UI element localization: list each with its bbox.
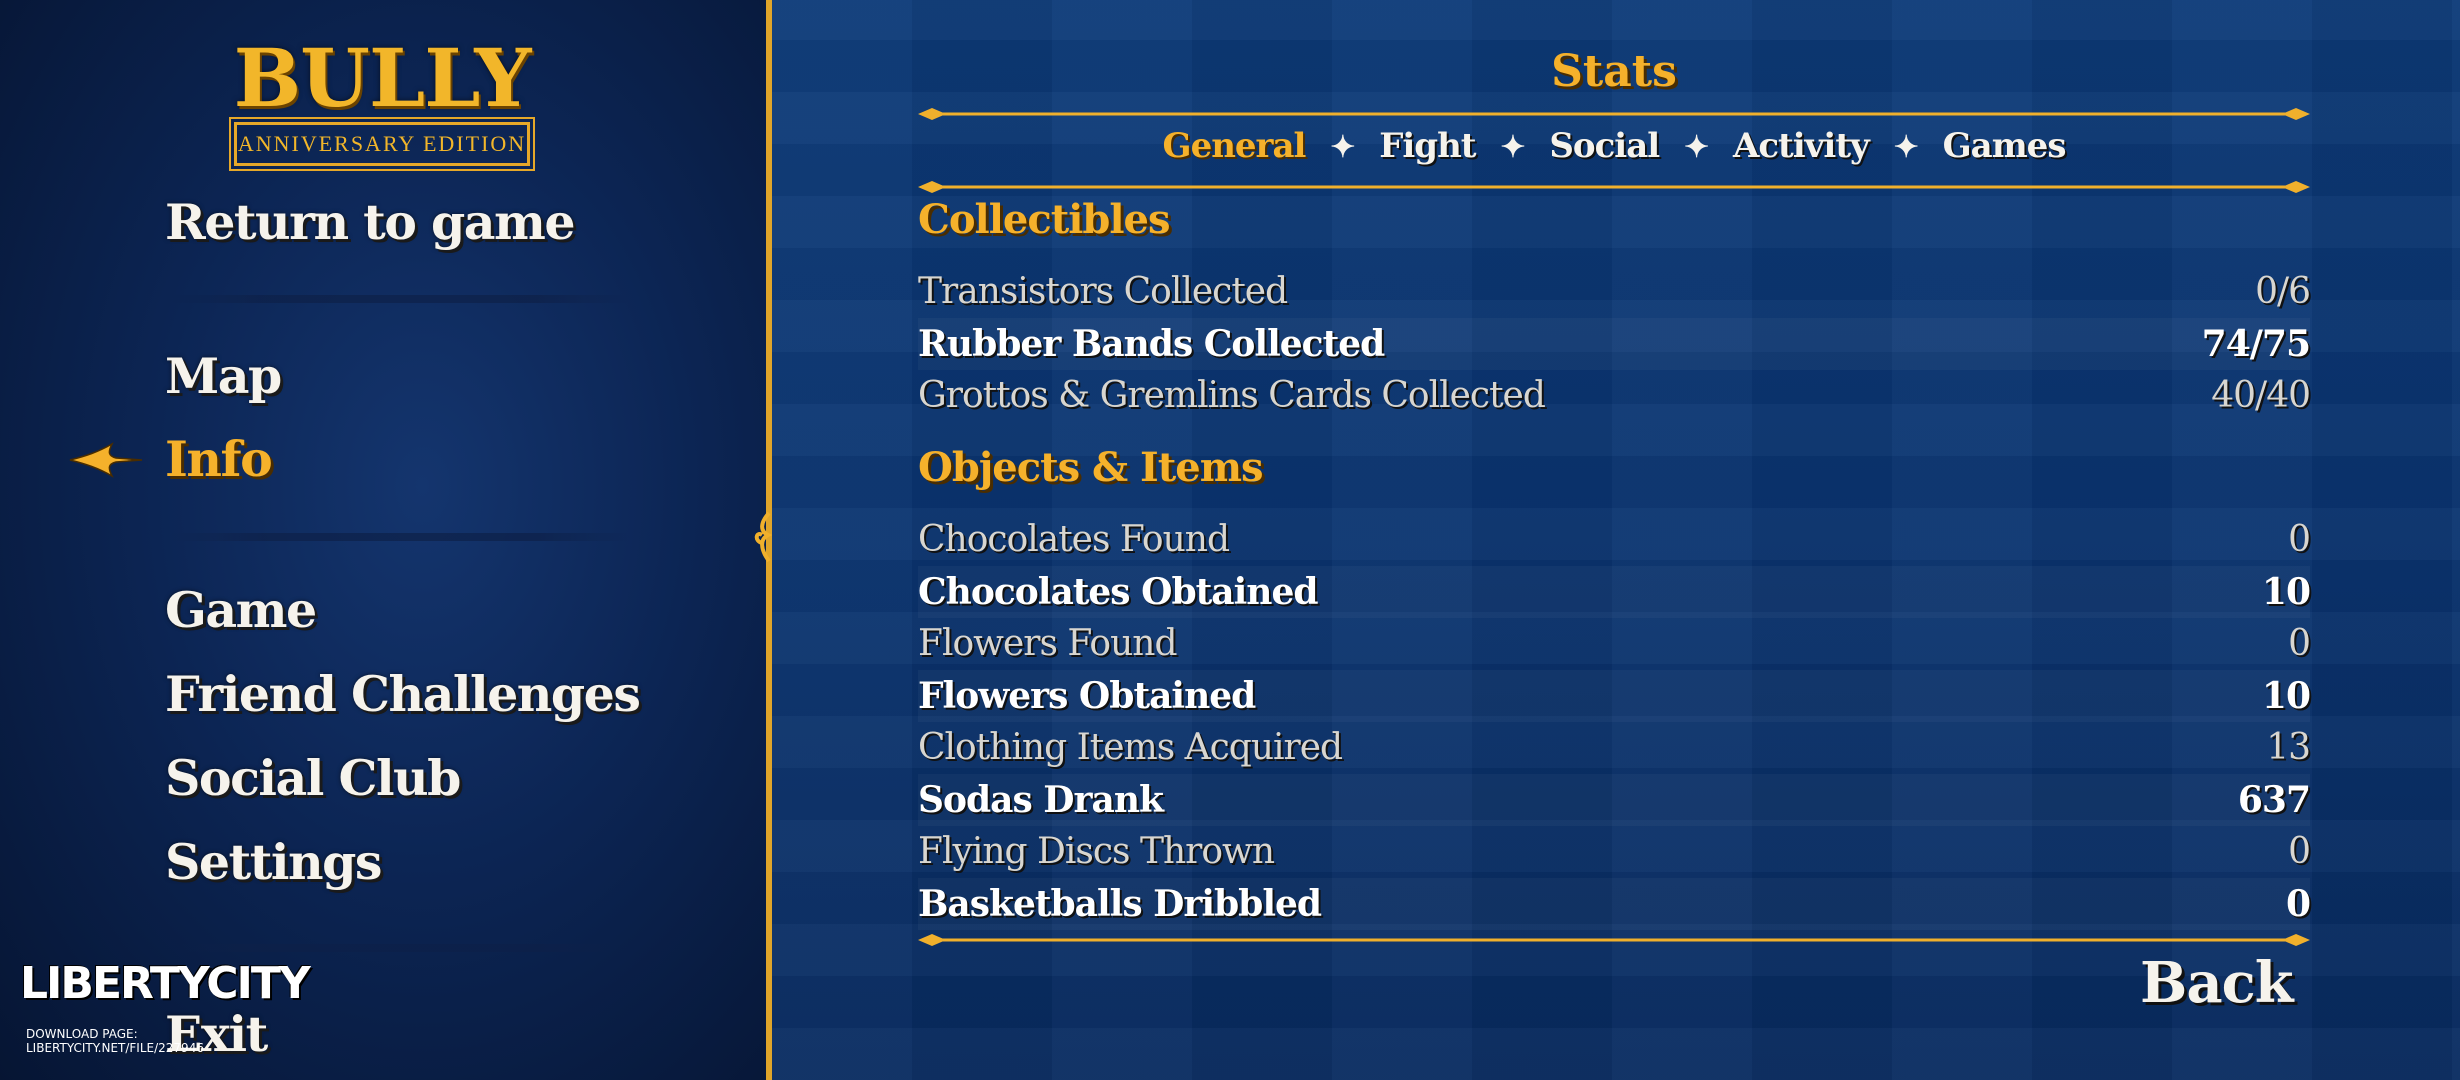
tab-separator-icon: ✦ [1893,130,1919,165]
watermark-url: LIBERTYCITY.NET/FILE/227946 [26,1041,204,1055]
gold-rule-divider [918,934,2310,946]
stat-value: 74/75 [2201,323,2311,365]
stat-value: 10 [2261,571,2311,613]
menu-social-club[interactable]: Social Club [165,748,461,808]
stat-label: Clothing Items Acquired [918,727,1343,768]
stat-row: Flowers Found 0 [918,618,2311,670]
stat-row: Flowers Obtained 10 [918,670,2311,722]
pause-menu-panel: BULLY ANNIVERSARY EDITION Return to game… [0,0,768,1080]
tab-separator-icon: ✦ [1500,130,1525,165]
tab-activity[interactable]: Activity [1733,126,1870,166]
stat-label: Grottos & Gremlins Cards Collected [918,375,1546,416]
stat-label: Flowers Found [918,623,1178,664]
stat-row: Basketballs Dribbled 0 [918,878,2311,930]
selector-pointer-icon [69,442,143,478]
stat-row: Clothing Items Acquired 13 [918,722,2311,774]
stat-label: Flowers Obtained [918,675,1256,717]
tab-social[interactable]: Social [1549,126,1660,166]
stats-tab-bar: General ✦ Fight ✦ Social ✦ Activity ✦ Ga… [918,126,2310,166]
menu-return-to-game[interactable]: Return to game [165,192,576,252]
stat-row: Chocolates Found 0 [918,514,2311,566]
menu-info[interactable]: Info [165,429,273,489]
back-button[interactable]: Back [2140,950,2294,1016]
menu-map[interactable]: Map [165,346,282,406]
menu-game[interactable]: Game [165,580,317,640]
tab-games[interactable]: Games [1943,126,2067,166]
stat-row: Rubber Bands Collected 74/75 [918,318,2311,370]
stat-row: Transistors Collected 0/6 [918,266,2311,318]
stat-value: 637 [2237,779,2311,821]
stat-value: 13 [2266,727,2311,768]
menu-divider [170,295,630,303]
stat-value: 0 [2288,519,2311,560]
stat-value: 10 [2261,675,2311,717]
stat-value: 0 [2288,831,2311,872]
logo-subtitle: ANNIVERSARY EDITION [229,117,535,171]
tab-general[interactable]: General [1163,126,1307,166]
stat-label: Basketballs Dribbled [918,883,1322,925]
logo-title: BULLY [233,31,532,125]
gold-rule-divider [918,108,2310,120]
section-heading-collectibles: Collectibles [918,196,1171,243]
tab-fight[interactable]: Fight [1379,126,1476,166]
stat-label: Chocolates Obtained [918,571,1319,613]
menu-friend-challenges[interactable]: Friend Challenges [165,664,641,724]
stats-title: Stats [1551,46,1677,97]
stat-label: Flying Discs Thrown [918,831,1275,872]
stat-value: 0/6 [2255,271,2311,312]
libertycity-watermark-logo: LIBERTYCITY [20,958,311,1009]
menu-settings[interactable]: Settings [165,832,382,892]
watermark-text: DOWNLOAD PAGE: [26,1027,138,1041]
stat-row: Sodas Drank 637 [918,774,2311,826]
menu-exit[interactable]: Exit [165,1004,268,1064]
bully-logo: BULLY ANNIVERSARY EDITION [229,31,535,172]
stat-label: Transistors Collected [918,271,1288,312]
menu-divider [170,533,630,541]
stat-row: Flying Discs Thrown 0 [918,826,2311,878]
stat-label: Rubber Bands Collected [918,323,1385,365]
tab-separator-icon: ✦ [1330,130,1355,165]
stat-label: Sodas Drank [918,779,1164,821]
stat-value: 0 [2288,623,2311,664]
menu-divider [170,944,630,952]
tab-separator-icon: ✦ [1683,130,1709,165]
stat-label: Chocolates Found [918,519,1230,560]
stat-row: Grottos & Gremlins Cards Collected 40/40 [918,370,2311,422]
stat-row: Chocolates Obtained 10 [918,566,2311,618]
stat-value: 0 [2285,883,2311,925]
stat-value: 40/40 [2211,375,2311,416]
section-heading-objects-items: Objects & Items [918,444,1264,491]
gold-rule-divider [918,181,2310,193]
